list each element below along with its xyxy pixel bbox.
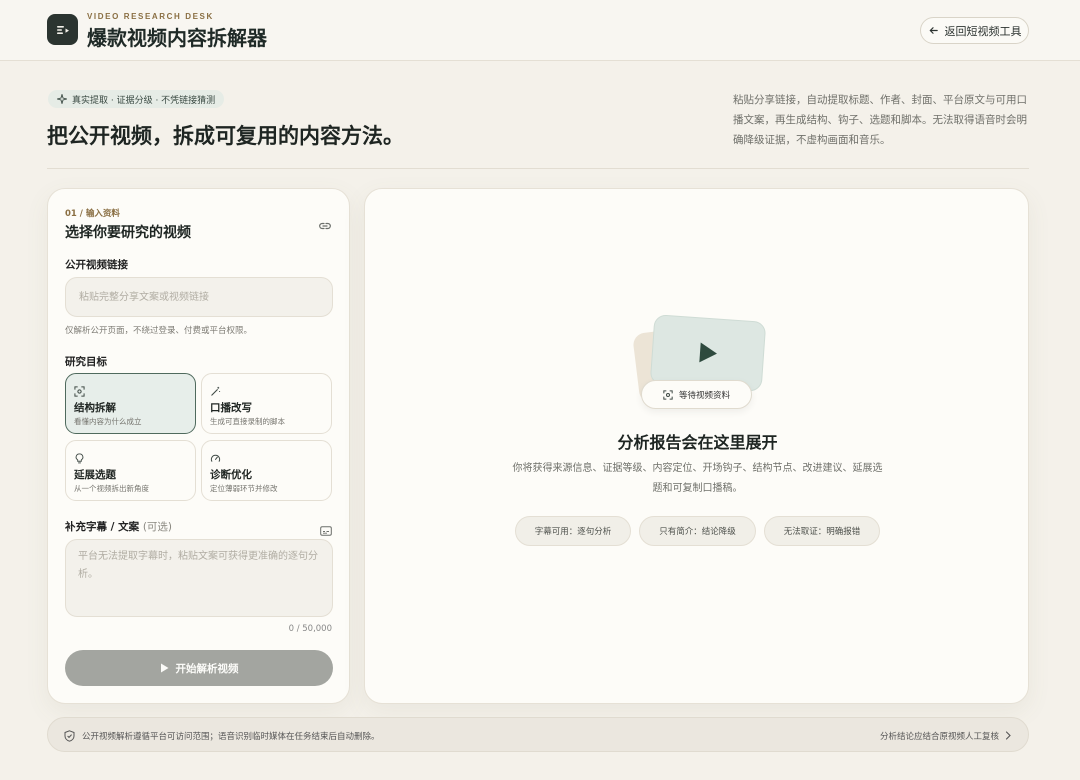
report-empty-title: 分析报告会在这里展开 [617, 433, 778, 452]
start-analysis-button[interactable]: 开始解析视频 [65, 650, 333, 686]
waiting-status-pill: 等待视频资料 [641, 380, 752, 409]
start-button-label: 开始解析视频 [175, 662, 239, 675]
brand-title: 爆款视频内容拆解器 [87, 26, 267, 50]
evidence-chip: 只有简介：结论降级 [639, 516, 756, 546]
goal-title: 结构拆解 [74, 402, 116, 414]
waiting-label: 等待视频资料 [678, 390, 730, 401]
link-icon [318, 218, 332, 237]
hero-description: 粘贴分享链接，自动提取标题、作者、封面、平台原文与可用口播文案，再生成结构、钩子… [733, 94, 1027, 146]
manual-review-link[interactable]: 分析结论应结合原视频人工复核 [880, 718, 1012, 753]
transcript-label: 补充字幕 / 文案 (可选) [65, 519, 172, 534]
transcript-optional: (可选) [142, 521, 173, 533]
gauge-icon [210, 449, 221, 468]
manual-review-label: 分析结论应结合原视频人工复核 [879, 731, 999, 742]
goal-option-rewrite[interactable]: 口播改写 生成可直接录制的脚本 [201, 373, 332, 434]
privacy-notice-bar: 公开视频解析遵循平台可访问范围；语音识别临时媒体在任务结束后自动删除。 分析结论… [47, 717, 1029, 752]
scan-icon [74, 382, 85, 401]
feature-tag: 真实提取 · 证据分级 · 不凭链接猜测 [48, 90, 225, 108]
goal-option-diagnose[interactable]: 诊断优化 定位薄弱环节并修改 [201, 440, 332, 501]
subtitles-icon [320, 521, 332, 540]
evidence-chips: 字幕可用：逐句分析 只有简介：结论降级 无法取证：明确报错 [365, 516, 1030, 546]
lightbulb-icon [74, 449, 85, 468]
back-button-label: 返回短视频工具 [944, 24, 1022, 38]
transcript-textarea[interactable] [65, 539, 333, 617]
goal-title: 诊断优化 [210, 469, 252, 481]
goal-title: 口播改写 [210, 402, 252, 414]
goal-title: 延展选题 [74, 469, 116, 481]
chevron-right-icon [1005, 731, 1011, 740]
evidence-chip: 无法取证：明确报错 [763, 516, 881, 546]
goal-option-structure[interactable]: 结构拆解 看懂内容为什么成立 [65, 373, 196, 434]
goal-option-topics[interactable]: 延展选题 从一个视频拆出新角度 [65, 440, 196, 501]
app-logo [47, 14, 78, 45]
goal-label: 研究目标 [65, 356, 107, 368]
input-card: 01 / 输入资料 选择你要研究的视频 公开视频链接 仅解析公开页面，不绕过登录… [47, 188, 350, 704]
transcript-label-text: 补充字幕 / 文案 [65, 521, 140, 533]
arrow-left-icon [929, 27, 938, 34]
goal-desc: 从一个视频拆出新角度 [74, 484, 149, 493]
sparkle-icon [57, 94, 67, 104]
video-url-input[interactable] [65, 277, 333, 317]
report-card: 等待视频资料 分析报告会在这里展开 你将获得来源信息、证据等级、内容定位、开场钩… [364, 188, 1029, 704]
goal-desc: 看懂内容为什么成立 [74, 417, 142, 426]
evidence-chip: 字幕可用：逐句分析 [514, 516, 632, 546]
url-label: 公开视频链接 [65, 259, 128, 271]
goal-desc: 生成可直接录制的脚本 [210, 417, 285, 426]
magic-wand-icon [210, 382, 221, 401]
feature-tag-label: 真实提取 · 证据分级 · 不凭链接猜测 [72, 95, 216, 106]
privacy-notice: 公开视频解析遵循平台可访问范围；语音识别临时媒体在任务结束后自动删除。 [64, 718, 380, 753]
top-bar: VIDEO RESEARCH DESK 爆款视频内容拆解器 返回短视频工具 [0, 0, 1080, 61]
privacy-notice-text: 公开视频解析遵循平台可访问范围；语音识别临时媒体在任务结束后自动删除。 [82, 731, 380, 742]
scan-icon [663, 389, 673, 400]
step-label: 01 / 输入资料 [65, 209, 120, 219]
shield-check-icon [64, 729, 75, 742]
brand-subtitle: VIDEO RESEARCH DESK [87, 12, 214, 21]
back-to-tools-button[interactable]: 返回短视频工具 [920, 17, 1029, 44]
character-counter: 0 / 50,000 [288, 624, 332, 634]
report-empty-description: 你将获得来源信息、证据等级、内容定位、开场钩子、结构节点、改进建议、延展选题和可… [512, 463, 883, 494]
goal-desc: 定位薄弱环节并修改 [210, 484, 278, 493]
hero-title: 把公开视频，拆成可复用的内容方法。 [47, 124, 404, 148]
url-hint: 仅解析公开页面，不绕过登录、付费或平台权限。 [65, 326, 253, 336]
list-play-icon [56, 25, 69, 34]
section-divider [47, 168, 1029, 169]
play-icon [160, 663, 168, 673]
play-icon [699, 342, 717, 363]
input-card-title: 选择你要研究的视频 [65, 225, 191, 241]
